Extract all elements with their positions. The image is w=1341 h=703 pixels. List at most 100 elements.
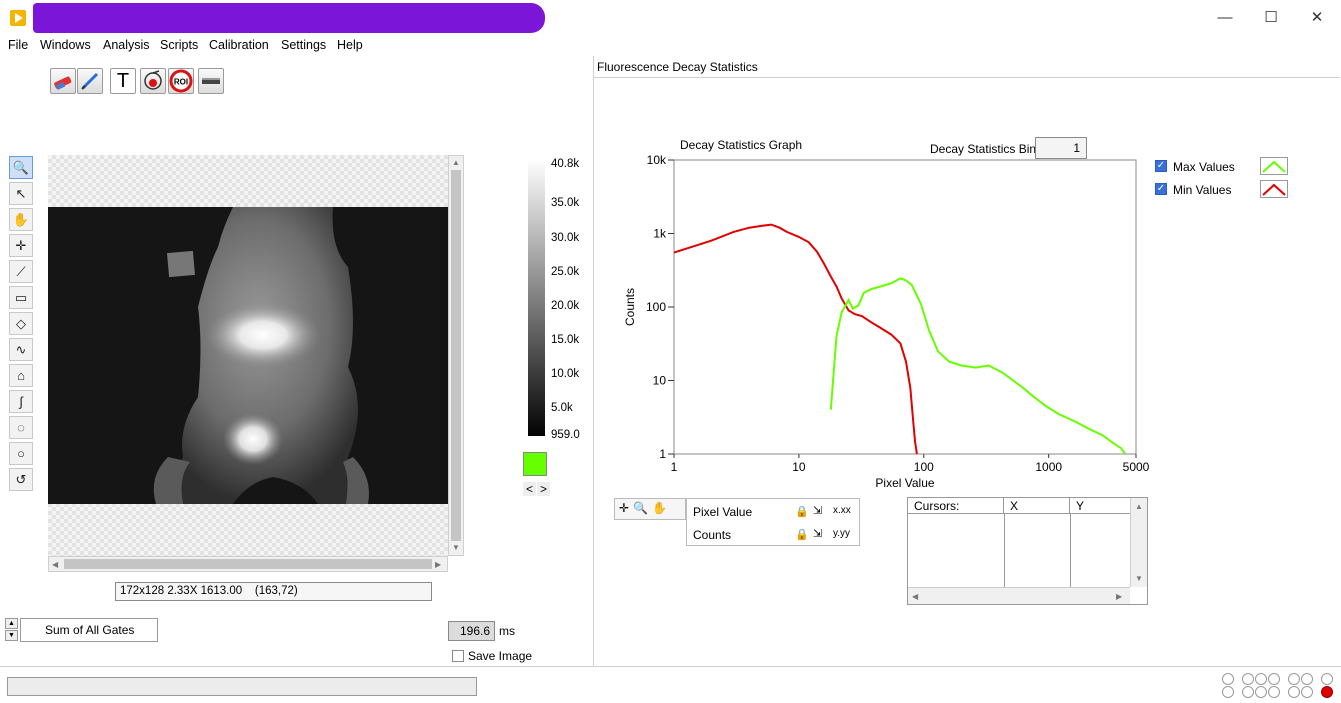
image-panel: T ROI 🔍 ↖ ✋ ✛ ⟋ ▭ ◇ ∿ ⌂ ∫ ◌ ○ ↺ ▲ ▼ ◀ ▶ … — [0, 56, 592, 666]
tool-column: 🔍 ↖ ✋ ✛ ⟋ ▭ ◇ ∿ ⌂ ∫ ◌ ○ ↺ — [9, 156, 35, 491]
minimize-icon[interactable]: — — [1202, 6, 1248, 30]
ellipse-icon[interactable]: ○ — [9, 442, 33, 465]
save-image-checkbox[interactable] — [452, 650, 464, 662]
gates-selector[interactable]: Sum of All Gates — [20, 618, 158, 642]
x-autoscale-icon[interactable]: ⇲ — [813, 504, 822, 517]
eraser-icon[interactable] — [50, 68, 76, 94]
x-tick-label: 1 — [671, 460, 678, 474]
decay-stats-panel: Fluorescence Decay Statistics Decay Stat… — [593, 56, 1341, 666]
colorbar-label: 30.0k — [551, 232, 580, 244]
pointer-icon[interactable]: ↖ — [9, 182, 33, 205]
y-tick-label: 10k — [647, 153, 667, 167]
y-axis-label: Counts — [623, 288, 637, 326]
max-values-label: Max Values — [1173, 160, 1235, 174]
x-tick-label: 5000 — [1123, 460, 1150, 474]
status-dot — [1288, 673, 1300, 685]
colorbar-label: 15.0k — [551, 334, 580, 346]
menu-bar: File Windows Analysis Scripts Calibratio… — [0, 36, 1341, 56]
exposure-unit: ms — [499, 624, 515, 638]
colormap-next-icon[interactable]: > — [537, 482, 551, 496]
roi-icon[interactable]: ROI — [168, 68, 194, 94]
menu-scripts[interactable]: Scripts — [160, 38, 198, 52]
diamond-icon[interactable]: ◇ — [9, 312, 33, 335]
graph-palette[interactable]: ✛🔍✋ — [614, 498, 686, 520]
lock-icon[interactable]: 🔒 — [795, 528, 809, 541]
plot-area — [673, 159, 1137, 455]
status-dot — [1242, 686, 1254, 698]
colorbar-label: 20.0k — [551, 300, 580, 312]
colorbar — [528, 159, 545, 439]
zoom-icon[interactable]: 🔍 — [9, 156, 33, 179]
min-values-checkbox[interactable]: ✓ — [1155, 183, 1167, 195]
y-autoscale-icon[interactable]: ⇲ — [813, 527, 822, 540]
image-vertical-scrollbar[interactable]: ▲ ▼ — [448, 155, 464, 556]
app-icon — [10, 10, 26, 26]
close-icon[interactable]: ✕ — [1294, 6, 1340, 30]
cursor-move-icon[interactable]: ✛ — [619, 501, 633, 515]
zoom-icon[interactable]: 🔍 — [633, 501, 652, 515]
progress-bar — [7, 677, 477, 696]
spiral-icon[interactable]: ↺ — [9, 468, 33, 491]
rectangle-icon[interactable]: ▭ — [9, 286, 33, 309]
colorbar-label: 35.0k — [551, 197, 580, 209]
status-dot — [1321, 673, 1333, 685]
spin-up-icon[interactable]: ▲ — [5, 618, 18, 629]
colormap-prev-icon[interactable]: < — [523, 482, 537, 496]
bar-icon[interactable] — [198, 68, 224, 94]
y-format-icon[interactable]: y.yy — [833, 528, 850, 539]
vertical-scroll-thumb[interactable] — [451, 170, 461, 541]
image-horizontal-scrollbar[interactable]: ◀ ▶ — [48, 556, 448, 572]
cursors-vertical-scrollbar[interactable]: ▲ ▼ — [1130, 498, 1147, 587]
cursors-y-header: Y — [1070, 498, 1130, 514]
max-values-swatch[interactable] — [1260, 157, 1288, 175]
save-image-label[interactable]: Save Image — [468, 649, 532, 663]
status-dot — [1301, 673, 1313, 685]
cursors-horizontal-scrollbar[interactable]: ◀ ▶ — [908, 587, 1130, 604]
curve-icon[interactable]: ∫ — [9, 390, 33, 413]
title-bar[interactable]: — ☐ ✕ — [0, 0, 1341, 36]
menu-settings[interactable]: Settings — [281, 38, 326, 52]
crosshair-icon[interactable]: ✛ — [9, 234, 33, 257]
y-tick-label: 1 — [659, 447, 666, 461]
menu-analysis[interactable]: Analysis — [103, 38, 150, 52]
status-dot — [1268, 673, 1280, 685]
pen-icon[interactable] — [77, 68, 103, 94]
max-values-checkbox[interactable]: ✓ — [1155, 160, 1167, 172]
y-scale-label: Counts — [693, 528, 732, 542]
status-indicators — [1222, 673, 1341, 703]
status-bar — [0, 666, 1341, 703]
line-icon[interactable]: ⟋ — [9, 260, 33, 283]
polygon-icon[interactable]: ⌂ — [9, 364, 33, 387]
cursors-table[interactable]: Cursors: X Y ▲ ▼ ◀ ▶ — [907, 497, 1148, 605]
fluorescence-image[interactable] — [48, 207, 448, 504]
polyline-icon[interactable]: ∿ — [9, 338, 33, 361]
x-format-icon[interactable]: x.xx — [833, 505, 851, 516]
exposure-value[interactable]: 196.6 — [448, 621, 495, 641]
status-dot — [1222, 686, 1234, 698]
decay-chart[interactable]: 1 10 100 1000 5000 1 10 100 1k 10k Pixel Value Coun… — [594, 146, 1154, 506]
menu-windows[interactable]: Windows — [40, 38, 91, 52]
status-dot-active — [1321, 686, 1333, 698]
colormap-swatch[interactable] — [523, 452, 547, 476]
menu-help[interactable]: Help — [337, 38, 363, 52]
menu-calibration[interactable]: Calibration — [209, 38, 269, 52]
maximize-icon[interactable]: ☐ — [1248, 6, 1294, 30]
gates-spinner[interactable]: ▲ ▼ — [5, 618, 18, 642]
min-values-swatch[interactable] — [1260, 180, 1288, 198]
image-viewport[interactable] — [48, 155, 448, 556]
pan-hand-icon[interactable]: ✋ — [9, 208, 33, 231]
y-tick-label: 100 — [646, 300, 666, 314]
text-icon[interactable]: T — [110, 68, 136, 94]
status-dot — [1242, 673, 1254, 685]
lock-icon[interactable]: 🔒 — [795, 505, 809, 518]
medical-probe-icon[interactable] — [140, 68, 166, 94]
pan-hand-icon[interactable]: ✋ — [652, 501, 671, 515]
horizontal-scroll-thumb[interactable] — [64, 559, 432, 569]
status-dot — [1255, 686, 1267, 698]
spin-down-icon[interactable]: ▼ — [5, 630, 18, 641]
scale-legend: Pixel Value 🔒 ⇲ x.xx Counts 🔒 ⇲ y.yy — [686, 498, 860, 546]
status-dot — [1222, 673, 1234, 685]
menu-file[interactable]: File — [8, 38, 28, 52]
freehand-icon[interactable]: ◌ — [9, 416, 33, 439]
status-dot — [1301, 686, 1313, 698]
